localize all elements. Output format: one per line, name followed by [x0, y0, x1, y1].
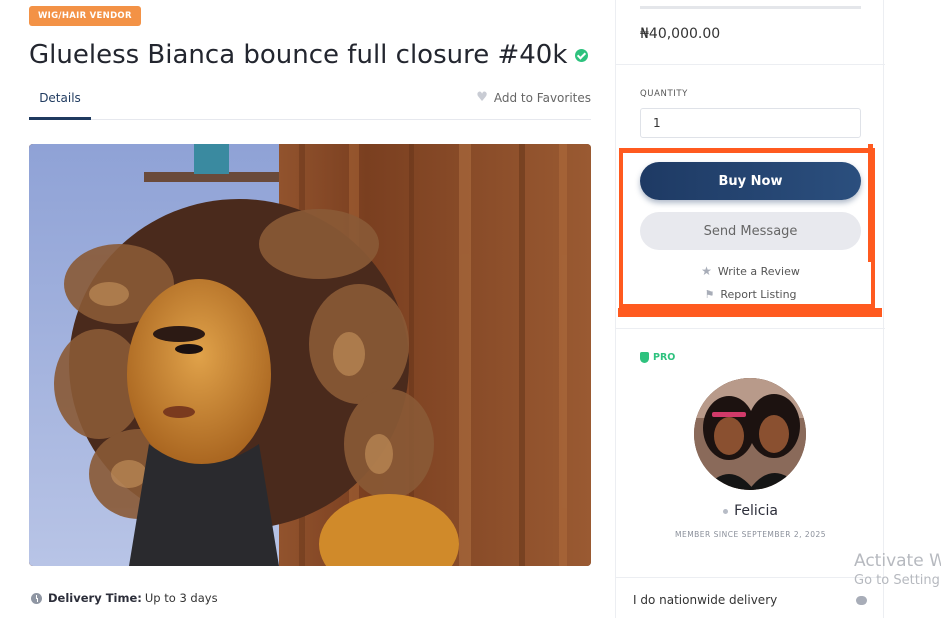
- vendor-note: I do nationwide delivery: [633, 593, 778, 607]
- clock-icon: [31, 592, 42, 604]
- activation-watermark: Activate W Go to Setting: [854, 551, 941, 588]
- shield-icon: [640, 352, 649, 363]
- divider: [616, 577, 885, 578]
- wig-photo-image: [29, 144, 591, 566]
- member-since: MEMBER SINCE SEPTEMBER 2, 2025: [674, 530, 827, 539]
- favorites-label: Add to Favorites: [493, 90, 591, 105]
- divider: [616, 328, 885, 329]
- category-badge: WIG/HAIR VENDOR: [29, 6, 141, 26]
- highlight-box-right: [868, 144, 873, 262]
- highlight-box: [619, 148, 875, 308]
- chat-icon: [856, 596, 867, 605]
- pro-badge: PRO: [640, 352, 675, 363]
- divider: [616, 64, 885, 65]
- activation-title: Activate W: [854, 551, 941, 571]
- vendor-avatar[interactable]: [694, 378, 806, 490]
- delivery-time: Delivery Time: Up to 3 days: [31, 591, 218, 605]
- vendor-name-label: Felicia: [734, 503, 778, 519]
- quantity-label: QUANTITY: [640, 89, 688, 99]
- pro-label: PRO: [653, 352, 676, 363]
- add-to-favorites-button[interactable]: ♥ Add to Favorites: [476, 90, 591, 105]
- price: ₦40,000.00: [640, 26, 721, 42]
- avatar-image: [694, 378, 806, 490]
- quantity-input[interactable]: [640, 108, 861, 138]
- page-title: Glueless Bianca bounce full closure #40k: [29, 40, 589, 70]
- divider: [640, 6, 861, 9]
- delivery-time-label: Delivery Time:: [48, 591, 142, 605]
- status-dot-icon: [723, 508, 729, 514]
- activation-subtitle: Go to Setting: [854, 573, 940, 588]
- tab-details[interactable]: Details: [29, 84, 91, 120]
- vendor-name[interactable]: Felicia: [616, 503, 885, 519]
- verified-check-icon: [575, 48, 589, 62]
- highlight-box-bottom: [618, 308, 882, 317]
- delivery-time-value: Up to 3 days: [144, 591, 218, 605]
- listing-tabs: Details ♥ Add to Favorites: [29, 84, 591, 120]
- heart-icon: ♥: [476, 90, 488, 105]
- listing-photo[interactable]: [29, 144, 591, 566]
- listing-title: Glueless Bianca bounce full closure #40k: [29, 40, 568, 70]
